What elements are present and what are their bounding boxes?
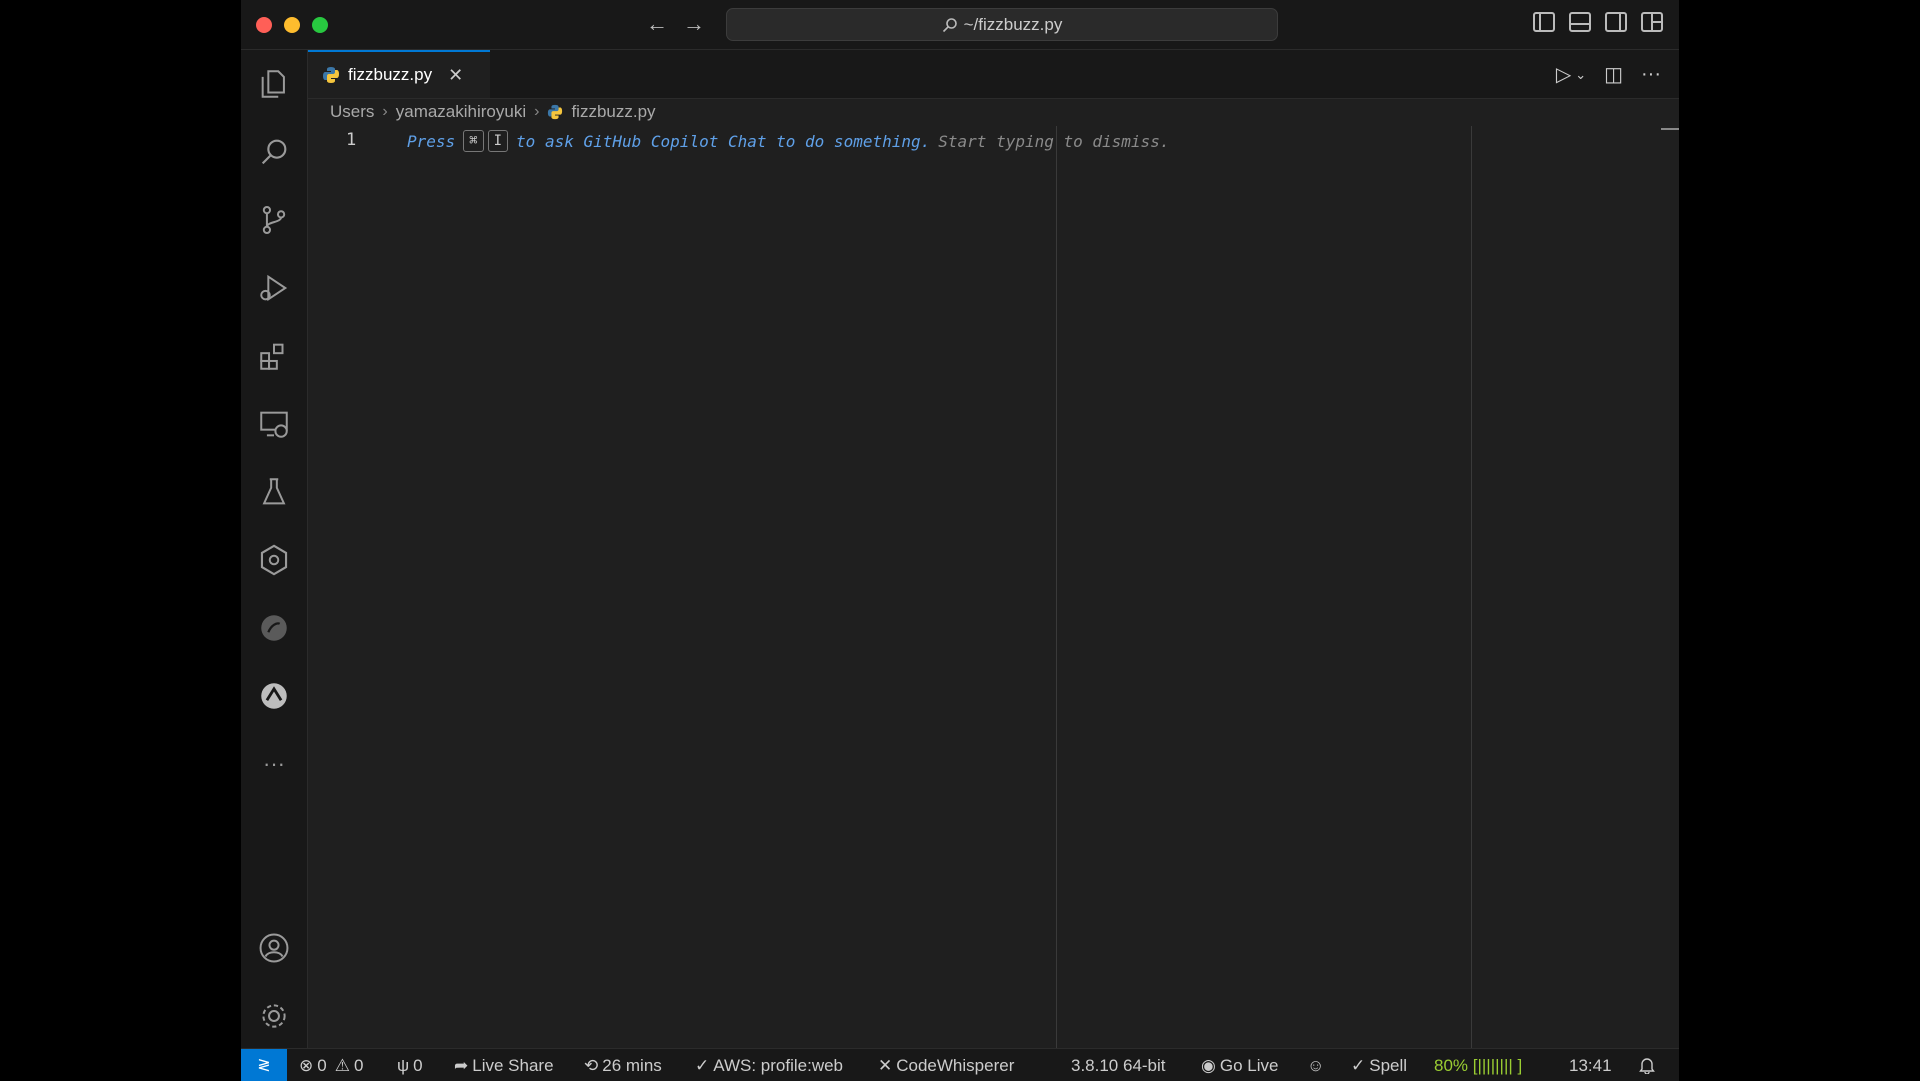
codewhisperer-status[interactable]: ✕ CodeWhisperer [878,1056,1014,1076]
live-share-status[interactable]: ➦ Live Share [454,1056,554,1076]
spell-status[interactable]: ✓ Spell [1351,1056,1407,1076]
activity-bar: ··· [241,50,308,1048]
error-icon: ⊗ [299,1056,314,1075]
broadcast-icon: ◉ [1201,1056,1216,1075]
x-icon: ✕ [878,1056,893,1075]
hint-press: Press [407,131,456,151]
history-icon: ⟲ [584,1056,599,1075]
clock-label: 13:41 [1569,1056,1612,1075]
hint-text: to ask GitHub Copilot Chat to do somethi… [516,131,931,151]
gear-icon[interactable] [254,996,294,1036]
status-bar: ≷ ⊗ 0 ⚠ 0 ψ 0 ➦ Live Share ⟲ 26 mins ✓ A… [241,1048,1679,1081]
customize-layout-icon[interactable] [1641,12,1663,32]
code-editor[interactable]: 1 Press ⌘ I to ask GitHub Copilot Chat t… [308,126,1679,1048]
search-icon[interactable] [254,132,294,172]
split-editor-icon[interactable]: ◫ [1604,62,1623,87]
accounts-icon[interactable] [254,928,294,968]
vscode-window: ← → ~/fizzbuzz.py ··· fizzbuzz.py ✕ ▷ ⌄ … [241,0,1679,1081]
aws-label: AWS: profile:web [713,1056,843,1075]
time-tracker-status[interactable]: ⟲ 26 mins [584,1056,662,1076]
warning-icon: ⚠ [334,1056,350,1075]
search-icon [942,17,957,32]
live-share-activity-icon[interactable] [254,676,294,716]
ruler-guide [1471,126,1472,1048]
breadcrumb-item-file[interactable]: fizzbuzz.py [571,102,655,122]
copilot-hint: Press ⌘ I to ask GitHub Copilot Chat to … [407,130,1169,152]
run-and-debug-icon[interactable] [254,268,294,308]
problems-status[interactable]: ⊗ 0 ⚠ 0 [299,1056,363,1076]
command-key: ⌘ [463,130,484,152]
copilot-status-icon: ☺ [1307,1056,1325,1075]
remote-indicator[interactable]: ≷ [241,1049,287,1081]
breadcrumb-item-users[interactable]: Users [330,102,374,122]
search-text: ~/fizzbuzz.py [963,14,1063,34]
editor-tab-bar: fizzbuzz.py ✕ ▷ ⌄ ◫ ··· [308,50,1679,99]
tab-label: fizzbuzz.py [348,65,433,84]
breadcrumb-separator: › [382,103,388,120]
codewhisperer-label: CodeWhisperer [896,1056,1015,1075]
scrollbar-marker [1661,128,1679,130]
testing-flask-icon[interactable] [254,472,294,512]
close-window-button[interactable] [256,17,272,33]
time-tracker-label: 26 mins [602,1056,662,1075]
python-file-icon [323,67,339,83]
breadcrumb-item-user[interactable]: yamazakihiroyuki [396,102,526,122]
i-key: I [487,130,509,152]
ports-count: 0 [413,1056,423,1075]
layout-controls [1533,12,1663,32]
ports-status[interactable]: ψ 0 [397,1056,423,1076]
copilot-status[interactable]: ☺ [1307,1056,1324,1076]
battery-label: 80% [|||||||| ] [1434,1056,1523,1075]
breadcrumb-separator: › [534,103,540,120]
more-icon[interactable]: ··· [254,744,294,784]
kubernetes-icon[interactable] [254,540,294,580]
warning-count: 0 [353,1056,364,1075]
back-arrow-icon[interactable]: ← [646,10,668,38]
minimize-window-button[interactable] [284,17,300,33]
line-number: 1 [346,130,357,150]
more-actions-icon[interactable]: ··· [1641,63,1661,86]
editor-actions: ▷ ⌄ ◫ ··· [1556,62,1661,87]
go-live-label: Go Live [1219,1056,1279,1075]
spell-label: Spell [1369,1056,1408,1075]
antenna-icon: ψ [397,1056,410,1075]
run-python-file-icon[interactable]: ▷ [1556,62,1571,87]
clock-status: 13:41 [1569,1056,1612,1076]
run-dropdown-chevron-icon[interactable]: ⌄ [1575,67,1586,83]
close-tab-icon[interactable]: ✕ [448,65,463,86]
tab-fizzbuzz[interactable]: fizzbuzz.py ✕ [308,50,490,98]
go-live-status[interactable]: ◉ Go Live [1201,1056,1278,1076]
explorer-icon[interactable] [254,64,294,104]
extensions-icon[interactable] [254,336,294,376]
forward-arrow-icon[interactable]: → [683,10,705,38]
python-file-icon [548,104,563,120]
copilot-icon[interactable] [254,608,294,648]
python-interpreter-status[interactable]: 3.8.10 64-bit [1071,1056,1166,1076]
error-count: 0 [317,1056,327,1075]
toggle-primary-sidebar-icon[interactable] [1533,12,1555,32]
live-share-icon: ➦ [454,1056,469,1075]
check-icon: ✓ [695,1056,710,1075]
zoom-window-button[interactable] [312,17,328,33]
title-bar: ← → ~/fizzbuzz.py [241,0,1679,50]
toggle-panel-icon[interactable] [1569,12,1591,32]
battery-status[interactable]: 80% [|||||||| ] [1434,1056,1522,1076]
source-control-icon[interactable] [254,200,294,240]
live-share-label: Live Share [472,1056,554,1075]
python-version-label: 3.8.10 64-bit [1071,1056,1166,1075]
notifications-bell-icon[interactable] [1639,1056,1655,1074]
hint-dismiss: Start typing to dismiss. [938,131,1170,151]
ruler-guide [1056,126,1057,1048]
breadcrumb: Users › yamazakihiroyuki › fizzbuzz.py [330,102,656,122]
remote-explorer-icon[interactable] [254,404,294,444]
toggle-secondary-sidebar-icon[interactable] [1605,12,1627,32]
command-center-search[interactable]: ~/fizzbuzz.py [726,8,1278,41]
aws-status[interactable]: ✓ AWS: profile:web [695,1056,843,1076]
check-icon: ✓ [1351,1056,1366,1075]
